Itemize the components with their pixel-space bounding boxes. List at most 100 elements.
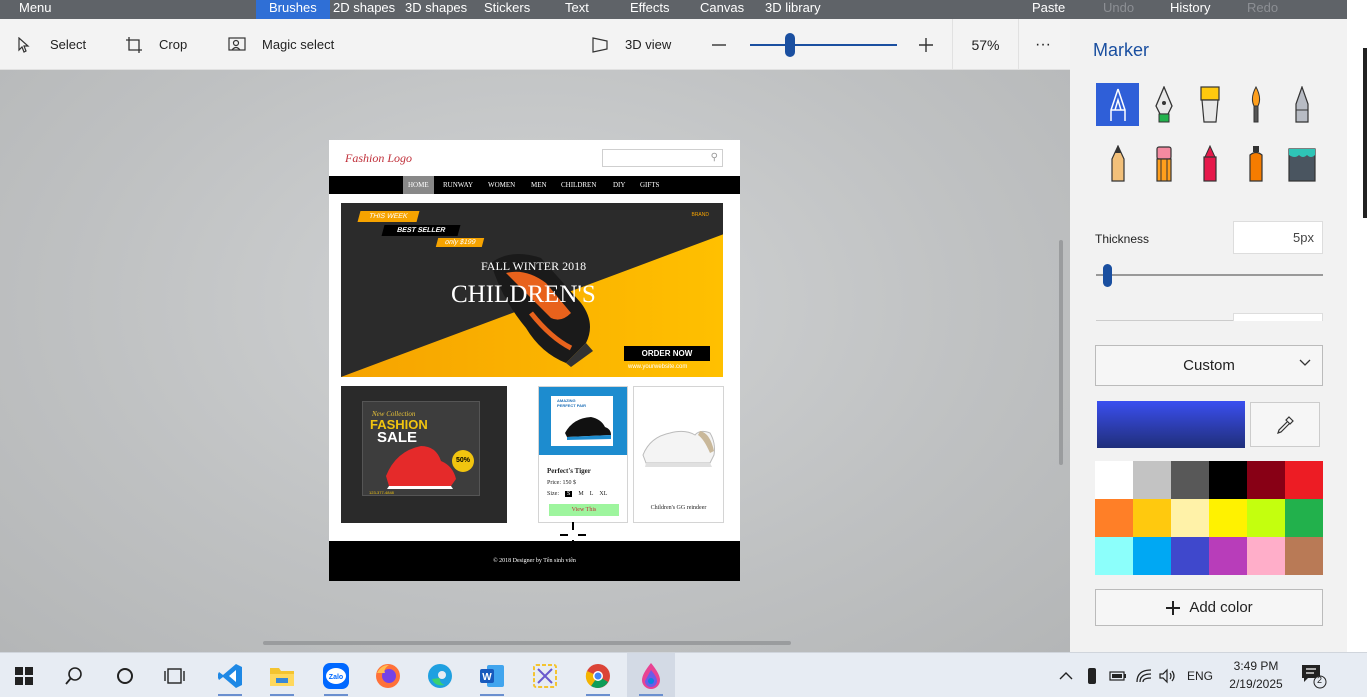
search-button[interactable]	[50, 653, 98, 697]
vertical-scrollbar[interactable]	[1059, 240, 1063, 465]
tray-volume[interactable]	[1159, 653, 1177, 697]
palette-swatch[interactable]	[1247, 461, 1285, 499]
start-button[interactable]	[0, 653, 48, 697]
palette-swatch[interactable]	[1209, 461, 1247, 499]
snipping-tool-icon	[533, 663, 557, 688]
marker-icon	[1109, 88, 1126, 121]
tab-2d-shapes[interactable]: 2D shapes	[333, 0, 395, 19]
taskbar-edge[interactable]	[416, 653, 464, 697]
palette-swatch[interactable]	[1171, 537, 1209, 575]
brush-crayon[interactable]	[1188, 142, 1231, 185]
taskbar-vscode[interactable]	[206, 653, 254, 697]
palette-swatch[interactable]	[1133, 461, 1171, 499]
thickness-slider-thumb[interactable]	[1103, 264, 1112, 287]
brush-pencil[interactable]	[1096, 142, 1139, 185]
brush-pencil-fine[interactable]	[1280, 83, 1323, 126]
taskbar-word[interactable]: W	[468, 653, 516, 697]
brush-oil[interactable]	[1188, 83, 1231, 126]
taskbar-snipping-tool[interactable]	[521, 653, 569, 697]
svg-text:Zalo: Zalo	[329, 674, 343, 681]
palette-swatch[interactable]	[1247, 537, 1285, 575]
tray-phone[interactable]	[1086, 653, 1098, 697]
tab-3d-library[interactable]: 3D library	[765, 0, 821, 19]
zoom-out-button[interactable]	[711, 19, 727, 70]
palette-swatch[interactable]	[1209, 537, 1247, 575]
hero-banner: THIS WEEK BEST SELLER only $199 BRAND FA…	[341, 203, 723, 377]
taskbar-chrome[interactable]	[574, 653, 622, 697]
palette-swatch[interactable]	[1095, 499, 1133, 537]
vscode-icon	[218, 663, 242, 688]
zoom-level[interactable]: 57%	[952, 19, 1019, 70]
palette-swatch[interactable]	[1285, 461, 1323, 499]
palette-swatch[interactable]	[1171, 499, 1209, 537]
color-mode-dropdown[interactable]: Custom	[1095, 345, 1323, 386]
tab-3d-shapes[interactable]: 3D shapes	[405, 0, 467, 19]
notification-center-button[interactable]: 2	[1300, 663, 1328, 689]
palette-swatch[interactable]	[1095, 537, 1133, 575]
show-hidden-icons[interactable]	[1058, 653, 1074, 697]
canvas-image[interactable]: Fashion Logo ⚲ HOME RUNWAY WOMEN MEN CHI…	[329, 140, 740, 581]
mockup-search-box: ⚲	[602, 149, 723, 167]
palette-swatch[interactable]	[1133, 499, 1171, 537]
nav-children: CHILDREN	[561, 181, 597, 189]
minus-icon	[712, 43, 726, 46]
redo-button[interactable]: Redo	[1247, 0, 1278, 19]
plus-icon	[919, 37, 933, 52]
palette-swatch[interactable]	[1285, 499, 1323, 537]
tab-stickers[interactable]: Stickers	[484, 0, 530, 19]
selected-color-swatch[interactable]	[1097, 401, 1245, 448]
tray-language[interactable]: ENG	[1187, 653, 1213, 697]
dropdown-value: Custom	[1183, 357, 1235, 374]
cortana-button[interactable]	[101, 653, 149, 697]
tab-canvas[interactable]: Canvas	[700, 0, 744, 19]
magic-select-button[interactable]: Magic select	[228, 19, 334, 70]
task-view-button[interactable]	[151, 653, 199, 697]
crop-button[interactable]: Crop	[125, 19, 187, 70]
brush-watercolor[interactable]	[1234, 83, 1277, 126]
zoom-slider-track[interactable]	[750, 44, 897, 46]
taskbar-firefox[interactable]	[364, 653, 412, 697]
taskbar-clock[interactable]: 3:49 PM 2/19/2025	[1222, 657, 1290, 693]
nav-gifts: GIFTS	[640, 181, 660, 189]
taskbar-paint3d[interactable]	[627, 653, 675, 697]
tab-text[interactable]: Text	[565, 0, 589, 19]
horizontal-scrollbar[interactable]	[263, 641, 791, 645]
opacity-input[interactable]	[1233, 313, 1323, 321]
menu-button[interactable]: Menu	[19, 0, 52, 19]
tab-brushes[interactable]: Brushes	[256, 0, 330, 19]
palette-swatch[interactable]	[1285, 537, 1323, 575]
brush-calligraphy-pen[interactable]	[1142, 83, 1185, 126]
thickness-slider-track[interactable]	[1096, 274, 1323, 276]
more-options-button[interactable]: ···	[1035, 19, 1051, 70]
tab-effects[interactable]: Effects	[630, 0, 670, 19]
brush-eraser[interactable]	[1142, 142, 1185, 185]
taskbar-zalo[interactable]: Zalo	[312, 653, 360, 697]
undo-button[interactable]: Undo	[1103, 0, 1134, 19]
select-button[interactable]: Select	[16, 19, 86, 70]
tray-wifi[interactable]	[1135, 653, 1153, 697]
product-image: AMAZING PERFECT PAIR	[539, 387, 627, 455]
eyedropper-button[interactable]	[1250, 402, 1320, 447]
size-label: Size:	[547, 491, 559, 497]
zoom-slider-thumb[interactable]	[785, 33, 795, 57]
palette-swatch[interactable]	[1171, 461, 1209, 499]
palette-swatch[interactable]	[1247, 499, 1285, 537]
zoom-in-button[interactable]	[918, 19, 934, 70]
phone-icon	[1088, 667, 1096, 684]
brush-fill[interactable]	[1280, 142, 1323, 185]
palette-swatch[interactable]	[1209, 499, 1247, 537]
paste-button[interactable]: Paste	[1032, 0, 1065, 19]
history-button[interactable]: History	[1170, 0, 1210, 19]
taskbar-file-explorer[interactable]	[258, 653, 306, 697]
palette-swatch[interactable]	[1133, 537, 1171, 575]
palette-swatch[interactable]	[1095, 461, 1133, 499]
3d-view-icon	[592, 36, 608, 53]
3d-view-button[interactable]: 3D view	[591, 19, 671, 70]
brush-spray-can[interactable]	[1234, 142, 1277, 185]
edge-icon	[428, 663, 452, 688]
add-color-button[interactable]: Add color	[1095, 589, 1323, 626]
thickness-input[interactable]: 5px	[1233, 221, 1323, 254]
product-price: Price: 150 $	[547, 480, 576, 486]
tray-battery[interactable]	[1109, 653, 1127, 697]
brush-marker[interactable]	[1096, 83, 1139, 126]
